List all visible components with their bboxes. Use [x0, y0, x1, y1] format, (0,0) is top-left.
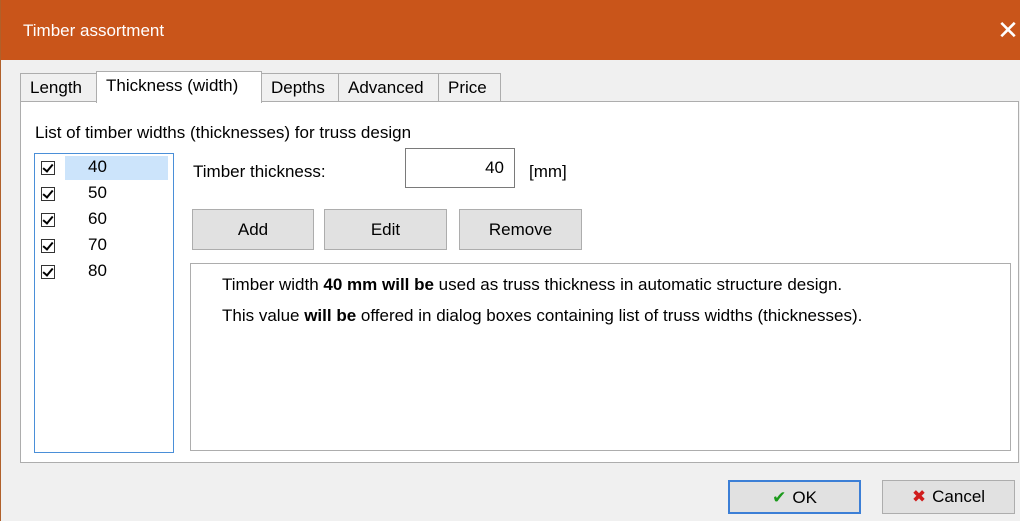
title-bar: Timber assortment ✕ [1, 0, 1020, 60]
dialog-title: Timber assortment [23, 21, 165, 40]
remove-button[interactable]: Remove [459, 209, 582, 250]
thickness-tab-panel: List of timber widths (thicknesses) for … [20, 101, 1019, 463]
list-item-value[interactable]: 60 [65, 208, 168, 232]
list-item-value[interactable]: 40 [65, 156, 168, 180]
unit-label: [mm] [529, 162, 567, 181]
checkbox[interactable] [41, 265, 55, 279]
list-item[interactable]: 80 [35, 260, 173, 284]
checkbox[interactable] [41, 239, 55, 253]
list-item-value[interactable]: 50 [65, 182, 168, 206]
checkbox[interactable] [41, 213, 55, 227]
checkmark-icon: ✔ [772, 488, 787, 508]
list-item-value[interactable]: 70 [65, 234, 168, 258]
timber-thickness-input[interactable]: 40 [405, 148, 515, 188]
info-line-1: Timber width 40 mm will be used as truss… [222, 275, 843, 294]
list-item-value[interactable]: 80 [65, 260, 168, 284]
list-item[interactable]: 50 [35, 182, 173, 206]
cross-icon: ✖ [911, 487, 927, 507]
tab-price[interactable]: Price [438, 73, 501, 102]
tab-thickness-width[interactable]: Thickness (width) [96, 71, 262, 103]
close-icon[interactable]: ✕ [993, 14, 1020, 48]
tab-depths[interactable]: Depths [261, 73, 339, 102]
tab-length[interactable]: Length [20, 73, 97, 102]
list-title: List of timber widths (thicknesses) for … [35, 123, 412, 142]
ok-label: OK [792, 488, 817, 507]
checkbox[interactable] [41, 187, 55, 201]
list-item[interactable]: 70 [35, 234, 173, 258]
info-line-2: This value will be offered in dialog box… [222, 306, 863, 325]
timber-thickness-label: Timber thickness: [193, 162, 326, 181]
timber-assortment-dialog: Timber assortment ✕ Length Thickness (wi… [0, 0, 1020, 521]
tab-advanced[interactable]: Advanced [338, 73, 439, 102]
ok-button[interactable]: ✔ OK [728, 480, 861, 514]
tab-strip: Length Thickness (width) Depths Advanced… [20, 71, 1010, 103]
cancel-button[interactable]: ✖ Cancel [882, 480, 1015, 514]
info-box: Timber width 40 mm will be used as truss… [190, 263, 1011, 451]
cancel-label: Cancel [932, 487, 986, 506]
list-item[interactable]: 60 [35, 208, 173, 232]
edit-button[interactable]: Edit [324, 209, 447, 250]
list-item[interactable]: 40 [35, 156, 173, 180]
checkbox[interactable] [41, 161, 55, 175]
add-button[interactable]: Add [192, 209, 314, 250]
timber-width-list[interactable]: 40 50 60 70 80 [34, 153, 174, 453]
